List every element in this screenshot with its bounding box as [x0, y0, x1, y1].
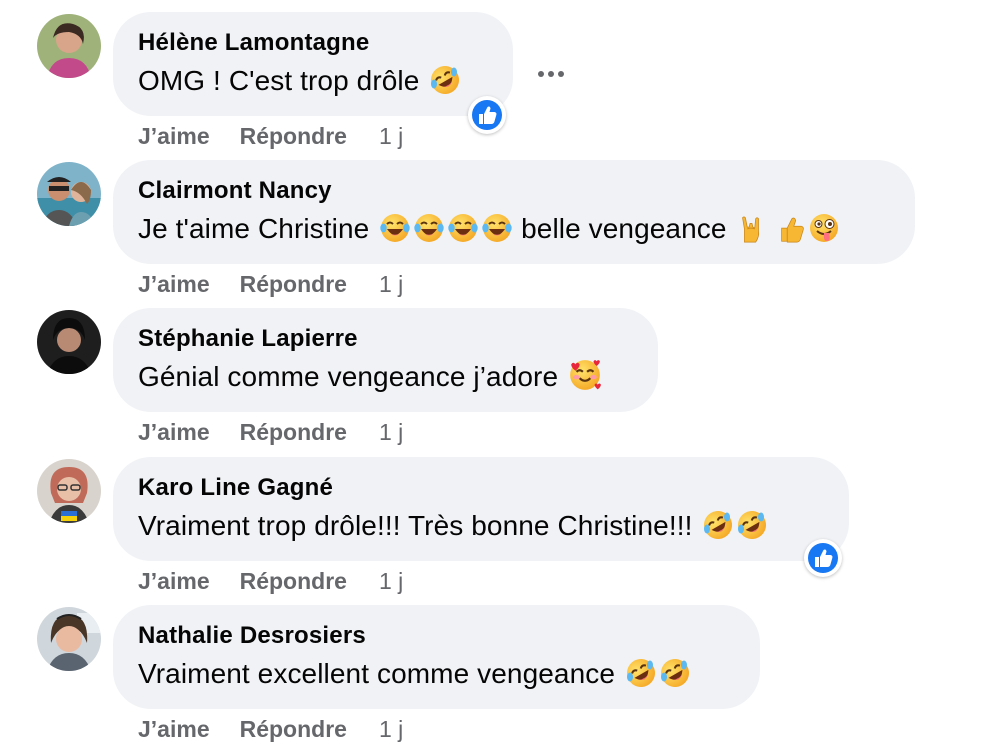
- rofl-emoji: [659, 657, 691, 689]
- reply-button[interactable]: Répondre: [240, 418, 347, 446]
- joy-emoji: [413, 212, 445, 244]
- reply-button[interactable]: Répondre: [240, 567, 347, 595]
- comment-actions: J’aime Répondre 1 j: [138, 418, 403, 446]
- reply-button[interactable]: Répondre: [240, 715, 347, 743]
- like-reaction-icon[interactable]: [468, 96, 506, 134]
- avatar[interactable]: [37, 162, 101, 226]
- timestamp[interactable]: 1 j: [379, 716, 403, 742]
- comment-bubble: Stéphanie Lapierre Génial comme vengeanc…: [113, 308, 658, 412]
- timestamp[interactable]: 1 j: [379, 419, 403, 445]
- avatar[interactable]: [37, 607, 101, 671]
- reply-button[interactable]: Répondre: [240, 122, 347, 150]
- avatar[interactable]: [37, 310, 101, 374]
- comment-actions: J’aime Répondre 1 j: [138, 715, 403, 743]
- like-button[interactable]: J’aime: [138, 567, 210, 595]
- rofl-emoji: [702, 509, 734, 541]
- avatar[interactable]: [37, 459, 101, 523]
- comment: Clairmont Nancy Je t'aime Christine bell…: [0, 160, 998, 308]
- author-name[interactable]: Hélène Lamontagne: [138, 28, 487, 58]
- author-name[interactable]: Nathalie Desrosiers: [138, 621, 734, 651]
- reply-button[interactable]: Répondre: [240, 270, 347, 298]
- comment: Nathalie Desrosiers Vraiment excellent c…: [0, 605, 998, 753]
- rofl-emoji: [736, 509, 768, 541]
- comment-text: Génial comme vengeance j’adore: [138, 358, 632, 396]
- joy-emoji: [481, 212, 513, 244]
- joy-emoji: [379, 212, 411, 244]
- author-name[interactable]: Karo Line Gagné: [138, 473, 823, 503]
- rofl-emoji: [625, 657, 657, 689]
- like-button[interactable]: J’aime: [138, 715, 210, 743]
- joy-emoji: [447, 212, 479, 244]
- author-name[interactable]: Stéphanie Lapierre: [138, 324, 632, 354]
- rofl-emoji: [429, 64, 461, 96]
- timestamp[interactable]: 1 j: [379, 123, 403, 149]
- comment-text: Je t'aime Christine belle vengeance: [138, 210, 889, 248]
- like-button[interactable]: J’aime: [138, 270, 210, 298]
- comment: Hélène Lamontagne OMG ! C'est trop drôle…: [0, 12, 998, 160]
- comment-actions: J’aime Répondre 1 j: [138, 567, 403, 595]
- timestamp[interactable]: 1 j: [379, 568, 403, 594]
- comment: Stéphanie Lapierre Génial comme vengeanc…: [0, 308, 998, 456]
- like-button[interactable]: J’aime: [138, 418, 210, 446]
- comment: Karo Line Gagné Vraiment trop drôle!!! T…: [0, 457, 998, 605]
- timestamp[interactable]: 1 j: [379, 271, 403, 297]
- like-reaction-icon[interactable]: [804, 539, 842, 577]
- comment-actions: J’aime Répondre 1 j: [138, 270, 403, 298]
- comment-bubble: Clairmont Nancy Je t'aime Christine bell…: [113, 160, 915, 264]
- more-options-icon[interactable]: [531, 56, 571, 96]
- comment-text: Vraiment excellent comme vengeance: [138, 655, 734, 693]
- comment-text: Vraiment trop drôle!!! Très bonne Christ…: [138, 507, 823, 545]
- tongue-wink-emoji: [808, 212, 840, 244]
- rock-on-emoji: [736, 214, 766, 244]
- author-name[interactable]: Clairmont Nancy: [138, 176, 889, 206]
- comment-bubble: Hélène Lamontagne OMG ! C'est trop drôle: [113, 12, 513, 116]
- thumbs-up-emoji: [776, 214, 806, 244]
- comment-bubble: Karo Line Gagné Vraiment trop drôle!!! T…: [113, 457, 849, 561]
- like-button[interactable]: J’aime: [138, 122, 210, 150]
- comment-bubble: Nathalie Desrosiers Vraiment excellent c…: [113, 605, 760, 709]
- comment-actions: J’aime Répondre 1 j: [138, 122, 403, 150]
- smiling-hearts-emoji: [568, 358, 602, 392]
- comment-text: OMG ! C'est trop drôle: [138, 62, 487, 100]
- avatar[interactable]: [37, 14, 101, 78]
